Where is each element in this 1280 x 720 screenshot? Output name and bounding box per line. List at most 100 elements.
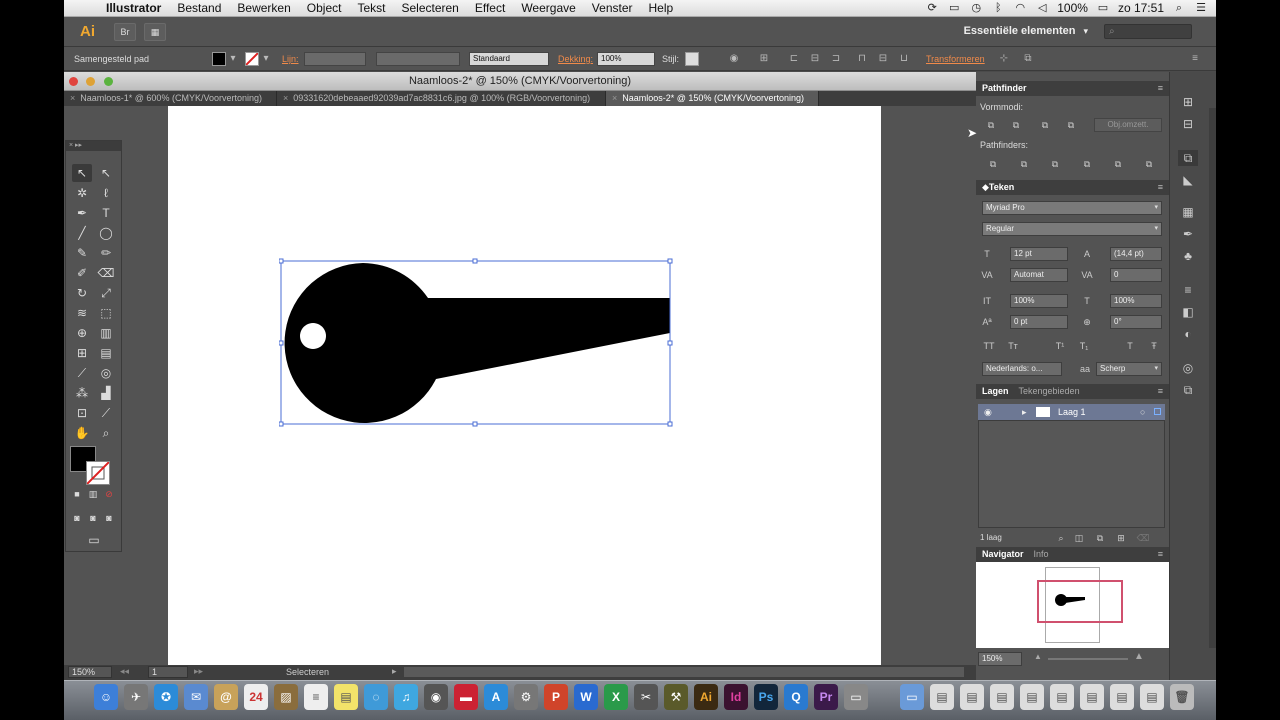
menu-object[interactable]: Object: [299, 0, 350, 17]
zoom-out-icon[interactable]: ▲: [1034, 652, 1042, 661]
blend-tool-icon[interactable]: ◎: [96, 364, 116, 382]
all-caps-icon[interactable]: TT: [982, 340, 996, 352]
next-artboard-icon[interactable]: ▸▸: [194, 666, 203, 677]
expand-layer-icon[interactable]: ▸: [1022, 404, 1027, 420]
panel-menu-icon[interactable]: ≡: [1158, 547, 1163, 562]
preview-dock-icon[interactable]: ▭: [844, 684, 868, 710]
applications-folder-dock-icon[interactable]: ▭: [900, 684, 924, 710]
visibility-eye-icon[interactable]: ◉: [984, 404, 992, 420]
trim-icon[interactable]: ⧉: [1017, 158, 1031, 170]
lasso-tool-icon[interactable]: ℓ: [96, 184, 116, 202]
intersect-icon[interactable]: ⧉: [1038, 119, 1052, 131]
gradient-panel-icon[interactable]: ◣: [1178, 172, 1198, 188]
illustrator-dock-icon[interactable]: Ai: [694, 684, 718, 710]
eraser-tool-icon[interactable]: ⌫: [96, 264, 116, 282]
photoshop-dock-icon[interactable]: Ps: [754, 684, 778, 710]
tab-doc-3[interactable]: × Naamloos-2* @ 150% (CMYK/Voorvertoning): [606, 91, 819, 106]
layers-list[interactable]: [978, 420, 1165, 528]
tools-panel-header[interactable]: × ▸▸: [66, 141, 121, 151]
brush-definition-dropdown[interactable]: Standaard: [469, 52, 549, 66]
status-menu-icon[interactable]: ▸: [392, 666, 397, 677]
make-clipping-mask-icon[interactable]: ◫: [1072, 532, 1086, 544]
documents-stack-dock-icon[interactable]: ▤: [930, 684, 954, 710]
direct-selection-tool-icon[interactable]: ↖: [96, 164, 116, 182]
blob-brush-tool-icon[interactable]: ✐: [72, 264, 92, 282]
kerning-field[interactable]: Automat: [1010, 268, 1068, 282]
vertical-scrollbar[interactable]: [1209, 108, 1216, 648]
outline-icon[interactable]: ⧉: [1111, 158, 1125, 170]
stack-dock-icon-5[interactable]: ▤: [1110, 684, 1134, 710]
layer-selection-indicator[interactable]: [1154, 408, 1161, 415]
align-to-icon[interactable]: ⊞: [758, 53, 770, 65]
layers-panel-icon[interactable]: ⧉: [1178, 382, 1198, 398]
messages-dock-icon[interactable]: ◌: [364, 684, 388, 710]
unite-icon[interactable]: ⧉: [984, 119, 998, 131]
character-panel-header[interactable]: ◆Teken ≡: [976, 180, 1169, 195]
mail-dock-icon[interactable]: ✉: [184, 684, 208, 710]
close-tab-icon[interactable]: ×: [612, 93, 617, 103]
downloads-stack-dock-icon[interactable]: ▤: [960, 684, 984, 710]
leading-field[interactable]: (14,4 pt): [1110, 247, 1162, 261]
stack-dock-icon-4[interactable]: ▤: [1080, 684, 1104, 710]
swatches-panel-icon[interactable]: ▦: [1178, 204, 1198, 220]
draw-inside-icon[interactable]: ◙: [102, 511, 116, 525]
draw-behind-icon[interactable]: ◙: [86, 511, 100, 525]
clock[interactable]: zo 17:51: [1118, 1, 1164, 15]
itunes-dock-icon[interactable]: ♫: [394, 684, 418, 710]
navigator-zoom-slider[interactable]: [1048, 658, 1128, 660]
font-style-dropdown[interactable]: Regular ▾: [982, 222, 1162, 236]
anti-aliasing-dropdown[interactable]: Scherp ▾: [1096, 362, 1162, 376]
excel-dock-icon[interactable]: X: [604, 684, 628, 710]
bridge-button[interactable]: Br: [114, 22, 136, 41]
stroke-swatch[interactable]: [245, 52, 259, 66]
new-sublayer-icon[interactable]: ⧉: [1093, 532, 1107, 544]
opacity-label[interactable]: Dekking:: [558, 54, 593, 64]
stack-dock-icon-6[interactable]: ▤: [1140, 684, 1164, 710]
strikethrough-icon[interactable]: Ŧ: [1147, 340, 1161, 352]
sync-icon[interactable]: ⟳: [925, 2, 939, 14]
graphic-style-swatch[interactable]: [685, 52, 699, 66]
flashcards-dock-icon[interactable]: ▬: [454, 684, 478, 710]
align-middle-icon[interactable]: ⊟: [877, 53, 889, 65]
contacts-dock-icon[interactable]: @: [214, 684, 238, 710]
artboards-panel-icon[interactable]: ⊞: [1178, 94, 1198, 110]
crop-icon[interactable]: ⧉: [1080, 158, 1094, 170]
expand-button[interactable]: Obj.omzett.: [1094, 118, 1162, 132]
photos-dock-icon[interactable]: ▨: [274, 684, 298, 710]
panel-menu-icon[interactable]: ≡: [1158, 180, 1163, 195]
slice-tool-icon[interactable]: ⟋: [96, 404, 116, 422]
first-artboard-icon[interactable]: ◂◂: [120, 666, 129, 677]
align-bottom-icon[interactable]: ⊔: [898, 53, 910, 65]
menu-tekst[interactable]: Tekst: [349, 0, 393, 17]
divide-icon[interactable]: ⧉: [986, 158, 1000, 170]
menu-help[interactable]: Help: [641, 0, 682, 17]
time-machine-icon[interactable]: ◷: [969, 2, 983, 14]
shape-builder-tool-icon[interactable]: ⊕: [72, 324, 92, 342]
fill-swatch[interactable]: [212, 52, 226, 66]
isolate-icon[interactable]: ⊹: [998, 53, 1010, 65]
gradient-tool-icon[interactable]: ▤: [96, 344, 116, 362]
calendar-dock-icon[interactable]: 24: [244, 684, 268, 710]
quicktime-dock-icon[interactable]: ◉: [424, 684, 448, 710]
pathfinder-panel-header[interactable]: Pathfinder ≡: [976, 81, 1169, 96]
stack-dock-icon-3[interactable]: ▤: [1050, 684, 1074, 710]
magic-wand-tool-icon[interactable]: ✲: [72, 184, 92, 202]
menu-bestand[interactable]: Bestand: [169, 0, 229, 17]
stroke-weight-label[interactable]: Lijn:: [282, 54, 299, 64]
zoom-window-icon[interactable]: [104, 77, 113, 86]
new-layer-icon[interactable]: ⊞: [1114, 532, 1128, 544]
font-family-dropdown[interactable]: Myriad Pro ▾: [982, 201, 1162, 215]
stack-dock-icon[interactable]: ▤: [990, 684, 1014, 710]
stroke-color-swatch[interactable]: [86, 461, 110, 485]
transparency-panel-icon[interactable]: ◧: [1178, 304, 1198, 320]
layer-row-laag-1[interactable]: ◉ ▸ Laag 1 ○: [978, 404, 1165, 420]
premiere-dock-icon[interactable]: Pr: [814, 684, 838, 710]
graphic-styles-panel-icon[interactable]: ◎: [1178, 360, 1198, 376]
stroke-weight-field[interactable]: [304, 52, 366, 66]
stack-dock-icon-2[interactable]: ▤: [1020, 684, 1044, 710]
symbol-sprayer-tool-icon[interactable]: ⁂: [72, 384, 92, 402]
scale-tool-icon[interactable]: ⤢: [96, 284, 116, 302]
close-tab-icon[interactable]: ×: [283, 93, 288, 103]
textedit-dock-icon[interactable]: ≡: [304, 684, 328, 710]
tracking-field[interactable]: 0: [1110, 268, 1162, 282]
